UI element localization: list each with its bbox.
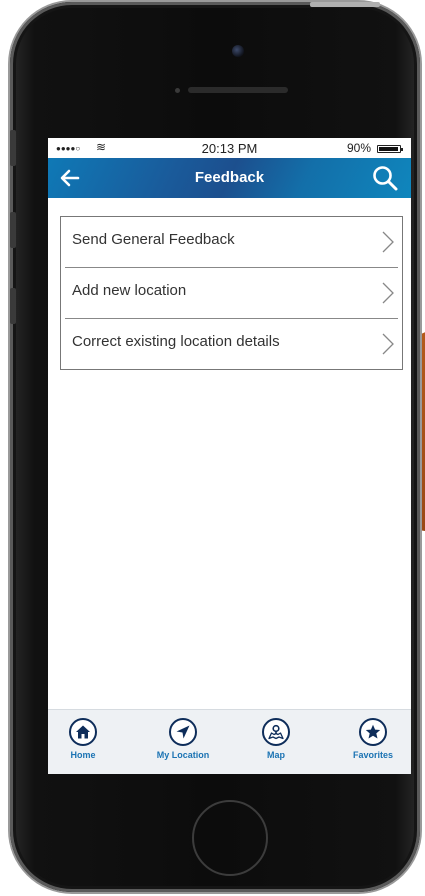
home-hardware-button[interactable]: [192, 800, 268, 876]
tab-home[interactable]: Home: [48, 718, 118, 760]
location-arrow-icon: [169, 718, 197, 746]
chevron-right-icon: [382, 333, 394, 355]
menu-item-label: Add new location: [72, 282, 187, 299]
stage: ●●●●○ ≋ 20:13 PM 90% Feedback Send Gener…: [0, 0, 425, 896]
chevron-right-icon: [382, 282, 394, 304]
app-screen: ●●●●○ ≋ 20:13 PM 90% Feedback Send Gener…: [48, 138, 411, 774]
battery-icon: [377, 145, 403, 153]
tab-label: Map: [267, 750, 285, 760]
tab-bar: Home My Location Map Favorites: [48, 709, 411, 774]
star-icon: [359, 718, 387, 746]
tab-map[interactable]: Map: [241, 718, 311, 760]
menu-item-add-new-location[interactable]: Add new location: [65, 268, 398, 319]
tab-favorites[interactable]: Favorites: [338, 718, 408, 760]
mute-switch: [10, 130, 16, 166]
volume-up-button: [10, 212, 16, 248]
menu-item-label: Send General Feedback: [72, 231, 235, 248]
tab-label: Favorites: [352, 750, 394, 760]
battery-percent: 90%: [346, 141, 371, 155]
menu-item-correct-location-details[interactable]: Correct existing location details: [65, 319, 398, 369]
tab-label: Home: [70, 750, 96, 760]
feedback-menu: Send General Feedback Add new location C…: [60, 216, 403, 370]
speaker-grille: [188, 87, 288, 93]
search-icon[interactable]: [371, 164, 399, 192]
menu-item-label: Correct existing location details: [72, 333, 280, 350]
volume-down-button: [10, 288, 16, 324]
tab-my-location[interactable]: My Location: [148, 718, 218, 760]
chevron-right-icon: [382, 231, 394, 253]
power-button: [310, 2, 380, 7]
camera-icon: [232, 45, 244, 57]
map-icon: [262, 718, 290, 746]
nav-bar: Feedback: [48, 158, 411, 198]
home-icon: [69, 718, 97, 746]
page-title: Feedback: [194, 169, 265, 186]
status-bar: ●●●●○ ≋ 20:13 PM 90%: [48, 138, 411, 158]
sensor-dot: [175, 88, 180, 93]
tab-label: My Location: [156, 750, 210, 760]
menu-item-send-general-feedback[interactable]: Send General Feedback: [65, 217, 398, 268]
